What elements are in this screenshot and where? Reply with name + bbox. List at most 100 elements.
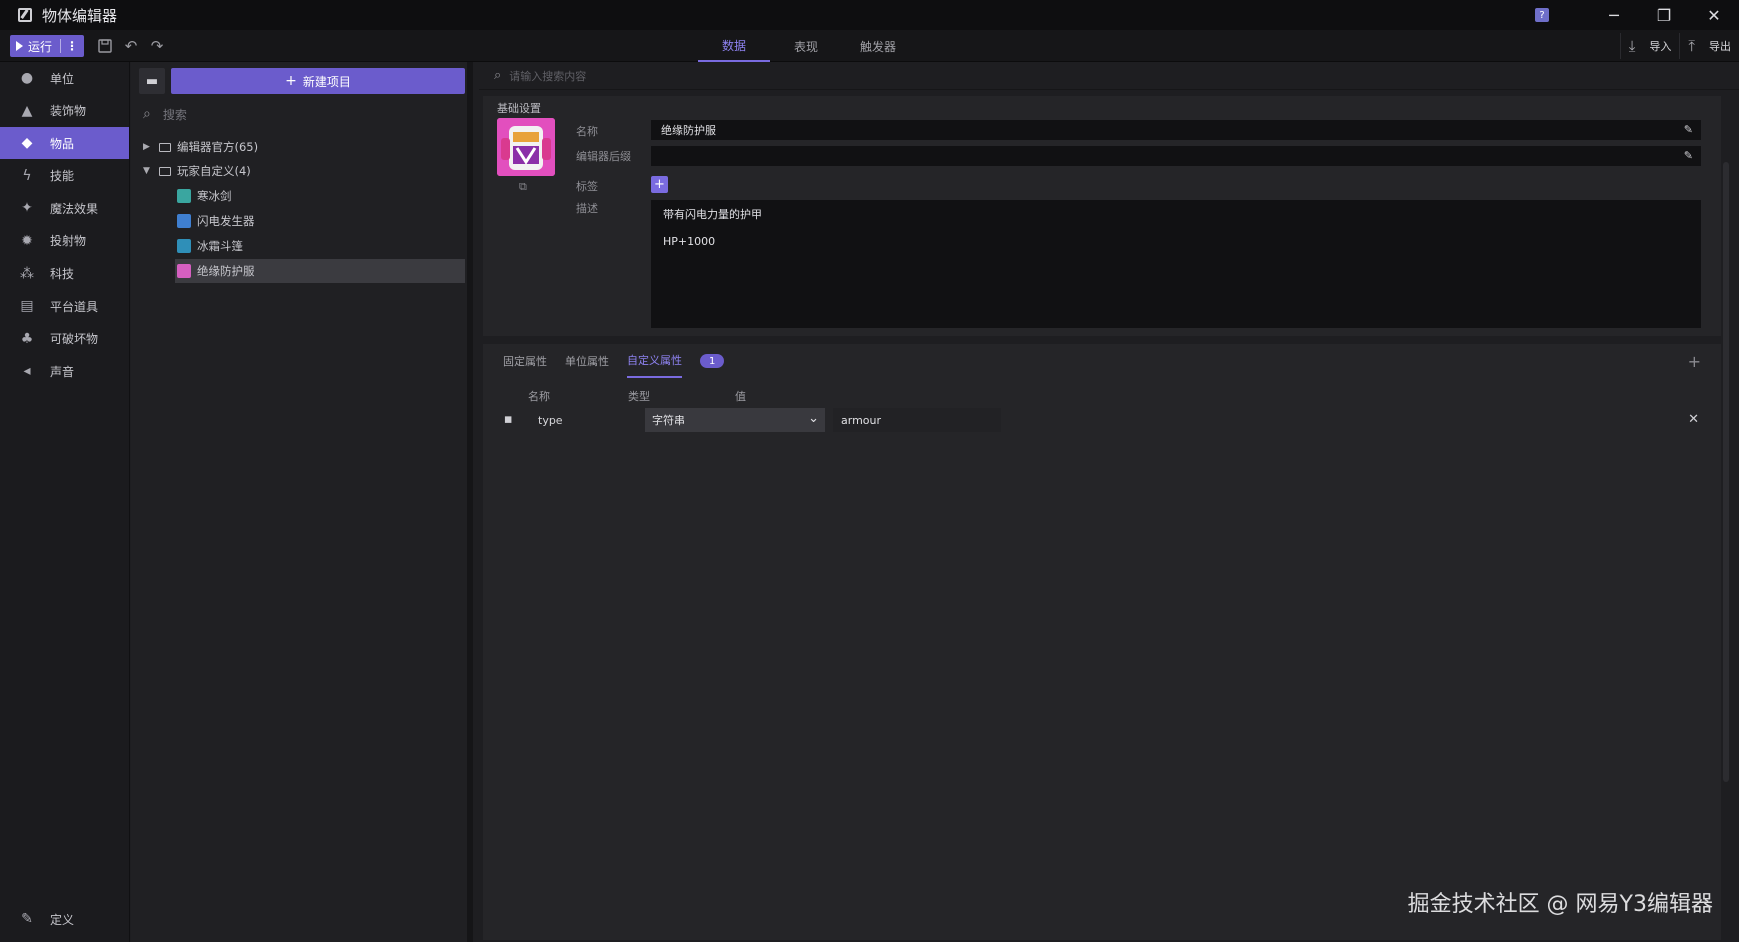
sidebar-item-items[interactable]: ◆ 物品 (0, 127, 129, 160)
sidebar-item-projectiles[interactable]: ✹ 投射物 (0, 225, 129, 257)
stump-icon: ♣ (20, 330, 34, 347)
box-icon: ▤ (20, 298, 34, 315)
basic-settings-panel: 基础设置 ⧉ 名称 绝缘防护服 ✎ 编辑器后缀 ✎ 标签 + 描述 带有闪电力量… (483, 96, 1721, 336)
toolbar: 运行 ⋮ ↶ ↷ 数据 表现 触发器 ⤓ 导入 ⤒ 导出 (0, 30, 1739, 62)
export-icon: ⤒ (1688, 37, 1695, 55)
folder-icon (159, 166, 171, 176)
import-button[interactable]: ⤓ 导入 (1619, 33, 1680, 59)
tree-item[interactable]: 冰霜斗篷 (131, 234, 465, 258)
chevron-down-icon[interactable]: ▼ (143, 166, 157, 176)
edit-icon: ✎ (21, 911, 33, 928)
cube-icon: ◆ (21, 135, 33, 152)
tree-item[interactable]: 闪电发生器 (131, 209, 465, 233)
custom-attributes-count-badge: 1 (700, 354, 725, 368)
window-title: 物体编辑器 (42, 6, 118, 25)
content-scrollbar[interactable] (1723, 162, 1729, 782)
tab-appearance[interactable]: 表现 (770, 30, 842, 62)
description-field[interactable]: 带有闪电力量的护甲 HP+1000 (651, 200, 1701, 328)
attributes-panel: 固定属性 单位属性 自定义属性 1 + 名称 类型 值 ◆ type 字符串 ⌄… (483, 344, 1721, 940)
add-tag-button[interactable]: + (651, 176, 668, 193)
content-search-input[interactable]: ⌕ 请输入搜索内容 (479, 62, 1739, 90)
sidebar-item-tech[interactable]: ⁂ 科技 (0, 258, 129, 290)
search-icon: ⌕ (494, 68, 502, 83)
save-icon[interactable] (96, 37, 114, 55)
run-label: 运行 (28, 39, 53, 54)
attribute-type-select[interactable]: 字符串 ⌄ (645, 408, 825, 432)
tab-unit-attributes[interactable]: 单位属性 (565, 344, 609, 378)
title-bar: 物体编辑器 ? ─ ❐ ✕ (0, 0, 1739, 30)
insulated-suit-icon (177, 264, 191, 278)
replace-icon[interactable]: ⧉ (519, 180, 533, 193)
description-label: 描述 (576, 202, 598, 215)
column-type-header: 类型 (628, 390, 650, 403)
tab-custom-attributes[interactable]: 自定义属性 (627, 344, 682, 378)
sparkle-icon: ✦ (21, 200, 33, 217)
restore-button[interactable]: ❐ (1639, 0, 1689, 30)
speaker-icon: ◂ (23, 363, 31, 380)
close-window-button[interactable]: ✕ (1689, 0, 1739, 30)
tree-folder-official[interactable]: ▶ 编辑器官方(65) (131, 135, 465, 159)
name-label: 名称 (576, 125, 598, 138)
redo-icon[interactable]: ↷ (148, 37, 166, 55)
sidebar-item-decorations[interactable]: ▲ 装饰物 (0, 95, 129, 127)
search-icon: ⌕ (143, 106, 151, 122)
play-icon (16, 41, 23, 51)
minimize-button[interactable]: ─ (1589, 0, 1639, 30)
attribute-name[interactable]: type (538, 414, 563, 427)
undo-icon[interactable]: ↶ (122, 37, 140, 55)
tab-triggers[interactable]: 触发器 (842, 30, 914, 62)
sidebar-item-platform-props[interactable]: ▤ 平台道具 (0, 290, 129, 322)
frost-sword-icon (177, 189, 191, 203)
new-item-button[interactable]: + 新建项目 (171, 68, 465, 94)
chevron-right-icon[interactable]: ▶ (143, 142, 157, 152)
tree-item[interactable]: 寒冰剑 (131, 184, 465, 208)
run-options-icon[interactable]: ⋮ (66, 39, 78, 53)
burst-icon: ✹ (21, 232, 33, 249)
tree-folder-custom[interactable]: ▼ 玩家自定义(4) (131, 159, 465, 183)
section-title: 基础设置 (497, 102, 541, 115)
person-icon: ● (20, 70, 34, 86)
object-tree-panel: ▬ + 新建项目 ⌕ 搜索 ▶ 编辑器官方(65) ▼ 玩家自定义(4) 寒冰剑… (131, 62, 473, 942)
help-icon[interactable]: ? (1535, 8, 1549, 22)
tree-item-selected[interactable]: 绝缘防护服 (175, 259, 465, 283)
tab-fixed-attributes[interactable]: 固定属性 (503, 344, 547, 378)
molecule-icon: ⁂ (20, 265, 34, 282)
column-value-header: 值 (735, 390, 746, 403)
folder-icon[interactable]: ▬ (139, 68, 165, 94)
delete-attribute-icon[interactable]: ✕ (1688, 412, 1699, 427)
editor-content: ⌕ 请输入搜索内容 基础设置 ⧉ 名称 绝缘防护服 ✎ 编辑器后缀 ✎ 标签 +… (479, 62, 1739, 942)
plus-icon: + (285, 73, 297, 89)
folder-icon (159, 142, 171, 152)
frost-cloak-icon (177, 239, 191, 253)
sidebar-item-units[interactable]: ● 单位 (0, 62, 129, 94)
category-sidebar: ● 单位 ▲ 装饰物 ◆ 物品 ϟ 技能 ✦ 魔法效果 ✹ 投射物 ⁂ 科技 ▤ 平台道具 ♣ 可… (0, 62, 130, 942)
watermark: 掘金技术社区 @ 网易Y3编辑器 (1407, 892, 1713, 917)
editor-app-icon (18, 8, 32, 22)
sidebar-item-magic-effects[interactable]: ✦ 魔法效果 (0, 192, 129, 224)
tab-data[interactable]: 数据 (698, 30, 770, 62)
add-attribute-icon[interactable]: + (1688, 352, 1701, 371)
edit-pencil-icon[interactable]: ✎ (1684, 123, 1693, 136)
bolt-icon: ϟ (22, 167, 32, 184)
sidebar-item-destructibles[interactable]: ♣ 可破坏物 (0, 323, 129, 355)
attribute-value-input[interactable]: armour (833, 408, 1001, 432)
main-tabs: 数据 表现 触发器 (698, 30, 914, 62)
lightning-generator-icon (177, 214, 191, 228)
sidebar-item-sounds[interactable]: ◂ 声音 (0, 355, 129, 387)
export-button[interactable]: ⤒ 导出 (1679, 33, 1739, 59)
chevron-down-icon: ⌄ (808, 411, 819, 426)
column-name-header: 名称 (528, 390, 550, 403)
item-avatar[interactable] (497, 118, 555, 176)
drag-handle-icon[interactable]: ◆ (499, 411, 515, 427)
sidebar-item-abilities[interactable]: ϟ 技能 (0, 160, 129, 192)
suffix-field[interactable]: ✎ (651, 146, 1701, 166)
edit-pencil-icon[interactable]: ✎ (1684, 149, 1693, 162)
suffix-label: 编辑器后缀 (576, 150, 631, 163)
tree-icon: ▲ (21, 102, 33, 119)
run-button[interactable]: 运行 ⋮ (10, 35, 84, 57)
name-field[interactable]: 绝缘防护服 ✎ (651, 120, 1701, 140)
tags-label: 标签 (576, 180, 598, 193)
import-icon: ⤓ (1628, 37, 1636, 55)
sidebar-item-definitions[interactable]: ✎ 定义 (0, 903, 130, 935)
tree-search-input[interactable]: ⌕ 搜索 (143, 102, 463, 126)
